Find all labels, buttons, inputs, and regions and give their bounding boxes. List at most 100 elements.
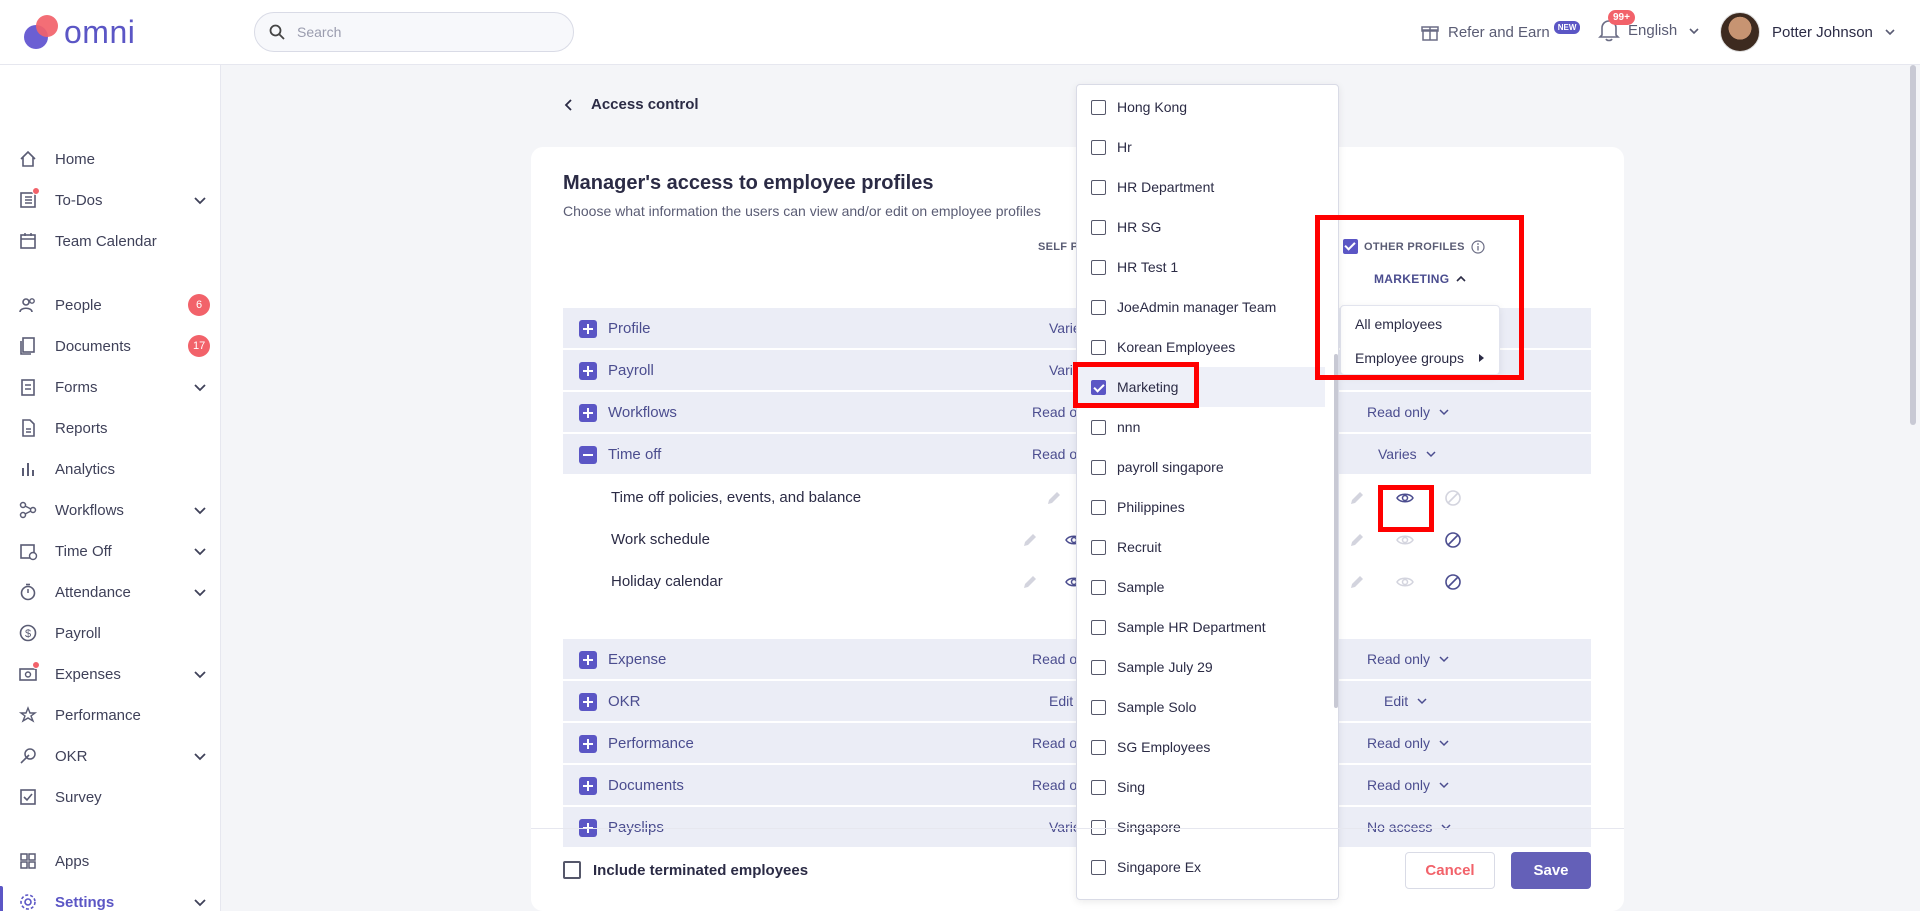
group-option[interactable]: Singapore Ex xyxy=(1077,847,1325,887)
group-option[interactable]: SG Employees xyxy=(1077,727,1325,767)
sidebar-item-settings[interactable]: Settings xyxy=(0,882,220,911)
sidebar-item-okr[interactable]: OKR xyxy=(0,736,220,776)
group-option[interactable]: Hr xyxy=(1077,127,1325,167)
group-checkbox[interactable] xyxy=(1091,739,1106,755)
edit-icon[interactable] xyxy=(1348,531,1366,549)
group-checkbox[interactable] xyxy=(1091,459,1106,475)
info-icon[interactable] xyxy=(1471,239,1485,254)
group-option[interactable]: HR SG xyxy=(1077,207,1325,247)
eye-icon[interactable] xyxy=(1396,531,1414,549)
chevron-down-icon[interactable] xyxy=(192,379,208,395)
search-box[interactable] xyxy=(254,12,574,52)
refer-and-earn-link[interactable]: Refer and Earn NEW xyxy=(1420,20,1581,42)
self-access-value[interactable]: Read or xyxy=(1032,735,1082,751)
group-option[interactable]: Hong Kong xyxy=(1077,87,1325,127)
self-access-value[interactable]: Edit xyxy=(1049,693,1073,709)
expand-icon[interactable] xyxy=(579,320,597,338)
other-profiles-header[interactable]: OTHER PROFILES xyxy=(1343,239,1485,254)
user-menu[interactable]: Potter Johnson xyxy=(1720,12,1897,52)
chevron-down-icon[interactable] xyxy=(192,666,208,682)
expand-icon[interactable] xyxy=(579,735,597,753)
include-terminated-toggle[interactable]: Include terminated employees xyxy=(563,861,808,879)
expand-icon[interactable] xyxy=(579,651,597,669)
group-checkbox[interactable] xyxy=(1091,99,1106,115)
sidebar-item-analytics[interactable]: Analytics xyxy=(0,449,220,489)
edit-icon[interactable] xyxy=(1021,531,1039,549)
group-checkbox[interactable] xyxy=(1091,499,1106,515)
sidebar-item-team-calendar[interactable]: Team Calendar xyxy=(0,221,220,261)
group-option[interactable]: nnn xyxy=(1077,407,1325,447)
chevron-down-icon[interactable] xyxy=(192,543,208,559)
other-access-dropdown[interactable]: Read only xyxy=(1367,404,1450,420)
expand-icon[interactable] xyxy=(579,693,597,711)
edit-icon[interactable] xyxy=(1045,489,1063,507)
sidebar-item-performance[interactable]: Performance xyxy=(0,695,220,735)
other-access-dropdown[interactable]: Edit xyxy=(1384,693,1428,709)
sidebar-item-time-off[interactable]: Time Off xyxy=(0,531,220,571)
group-option[interactable]: Sample HR Department xyxy=(1077,607,1325,647)
other-access-dropdown[interactable]: Varies xyxy=(1378,446,1437,462)
group-checkbox[interactable] xyxy=(1091,179,1106,195)
edit-icon[interactable] xyxy=(1021,573,1039,591)
group-option[interactable]: Korean Employees xyxy=(1077,327,1325,367)
edit-icon[interactable] xyxy=(1348,573,1366,591)
group-option[interactable]: Philippines xyxy=(1077,487,1325,527)
chevron-down-icon[interactable] xyxy=(192,502,208,518)
omni-logo[interactable]: omni xyxy=(22,12,135,52)
group-option[interactable]: payroll singapore xyxy=(1077,447,1325,487)
group-checkbox[interactable] xyxy=(1091,779,1106,795)
save-button[interactable]: Save xyxy=(1511,852,1591,889)
group-option[interactable]: HR Test 1 xyxy=(1077,247,1325,287)
sidebar-item-payroll[interactable]: $ Payroll xyxy=(0,613,220,653)
employee-groups-dropdown[interactable]: Hong Kong Hr HR Department HR SG HR Test 1 Jo… xyxy=(1076,84,1339,900)
sidebar-item-documents[interactable]: Documents 17 xyxy=(0,326,220,366)
other-access-dropdown[interactable]: Read only xyxy=(1367,651,1450,667)
self-access-value[interactable]: Read or xyxy=(1032,651,1082,667)
group-option[interactable]: Sample Solo xyxy=(1077,687,1325,727)
collapse-icon[interactable] xyxy=(579,446,597,464)
group-checkbox[interactable] xyxy=(1091,539,1106,555)
self-access-value[interactable]: Read or xyxy=(1032,404,1082,420)
group-option[interactable]: Sample xyxy=(1077,567,1325,607)
edit-icon[interactable] xyxy=(1348,489,1366,507)
group-checkbox[interactable] xyxy=(1091,299,1106,315)
chevron-down-icon[interactable] xyxy=(192,192,208,208)
cancel-button[interactable]: Cancel xyxy=(1405,852,1495,889)
group-checkbox[interactable] xyxy=(1091,859,1106,875)
other-profiles-checkbox[interactable] xyxy=(1343,239,1358,254)
sidebar-item-people[interactable]: People 6 xyxy=(0,285,220,325)
sidebar-item-apps[interactable]: Apps xyxy=(0,841,220,881)
back-to-access-control[interactable]: Access control xyxy=(561,96,699,113)
chevron-down-icon[interactable] xyxy=(192,584,208,600)
search-input[interactable] xyxy=(297,24,557,40)
sidebar-item-home[interactable]: Home xyxy=(0,139,220,179)
dropdown-scrollbar[interactable] xyxy=(1334,354,1338,708)
notifications-button[interactable]: 99+ xyxy=(1598,10,1635,44)
chevron-down-icon[interactable] xyxy=(192,748,208,764)
sidebar-item-to-dos[interactable]: To-Dos xyxy=(0,180,220,220)
no-access-icon[interactable] xyxy=(1444,531,1462,549)
include-terminated-checkbox[interactable] xyxy=(563,861,581,879)
group-option[interactable]: HR Department xyxy=(1077,167,1325,207)
group-checkbox[interactable] xyxy=(1091,579,1106,595)
sidebar-item-workflows[interactable]: Workflows xyxy=(0,490,220,530)
group-checkbox[interactable] xyxy=(1091,819,1106,835)
group-checkbox[interactable] xyxy=(1091,419,1106,435)
no-access-icon[interactable] xyxy=(1444,573,1462,591)
expand-icon[interactable] xyxy=(579,777,597,795)
sidebar-item-reports[interactable]: Reports xyxy=(0,408,220,448)
submenu-all-employees[interactable]: All employees xyxy=(1355,316,1442,332)
group-checkbox[interactable] xyxy=(1091,619,1106,635)
self-access-value[interactable]: Read or xyxy=(1032,777,1082,793)
group-checkbox[interactable] xyxy=(1091,379,1106,395)
group-selector[interactable]: MARKETING xyxy=(1374,272,1467,286)
chevron-down-icon[interactable] xyxy=(192,894,208,910)
other-access-dropdown[interactable]: Read only xyxy=(1367,777,1450,793)
group-checkbox[interactable] xyxy=(1091,659,1106,675)
eye-icon[interactable] xyxy=(1396,573,1414,591)
sidebar-item-forms[interactable]: Forms xyxy=(0,367,220,407)
group-option[interactable]: Marketing xyxy=(1077,367,1325,407)
no-access-icon[interactable] xyxy=(1444,489,1462,507)
sidebar-item-survey[interactable]: Survey xyxy=(0,777,220,817)
eye-icon[interactable] xyxy=(1396,489,1414,507)
